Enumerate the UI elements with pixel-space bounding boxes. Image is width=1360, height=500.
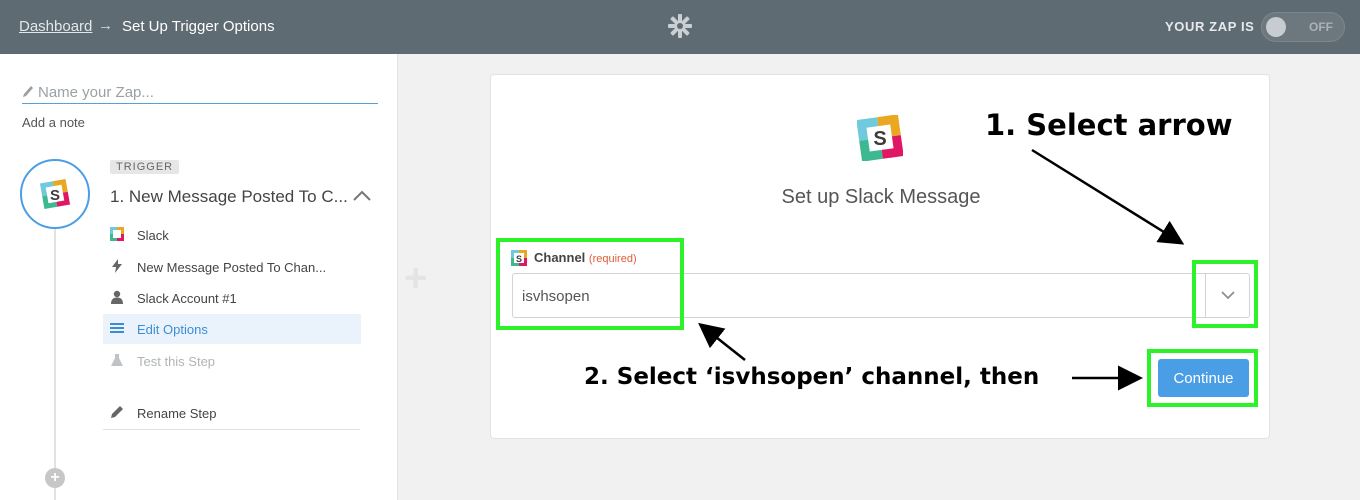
highlight-channel-field <box>496 238 684 330</box>
sidebar: Add a note S + TRIGGER 1. New Message Po… <box>0 54 398 500</box>
svg-text:S: S <box>873 128 886 150</box>
list-icon <box>110 323 124 333</box>
user-icon <box>111 290 123 304</box>
step-item-test[interactable]: Test this Step <box>103 346 361 376</box>
step-item-label: Slack <box>137 228 169 243</box>
highlight-dropdown-arrow <box>1192 260 1258 328</box>
zap-status-label: YOUR ZAP IS <box>1165 19 1255 34</box>
pencil-icon <box>111 406 123 418</box>
breadcrumb-current: Set Up Trigger Options <box>122 18 275 35</box>
slack-icon <box>110 227 124 241</box>
zap-name-underline <box>22 103 378 104</box>
slack-logo-icon: S <box>857 115 903 161</box>
chevron-up-icon[interactable] <box>352 188 372 202</box>
step-item-label: New Message Posted To Chan... <box>137 260 327 275</box>
card-title: Set up Slack Message <box>781 186 981 208</box>
flask-icon <box>111 354 123 366</box>
step-item-label: Rename Step <box>137 406 217 421</box>
divider <box>103 429 360 430</box>
step-app-circle[interactable]: S <box>20 159 90 229</box>
lightning-icon <box>112 259 122 273</box>
svg-text:S: S <box>50 187 60 204</box>
step-item-edit-options[interactable]: Edit Options <box>103 314 361 344</box>
breadcrumb-dashboard-link[interactable]: Dashboard <box>19 18 92 35</box>
add-step-button[interactable]: + <box>45 468 65 488</box>
trigger-badge: TRIGGER <box>110 160 180 174</box>
pencil-icon <box>23 86 33 97</box>
step-timeline <box>54 229 56 500</box>
annotation-step2: 2. Select ‘isvhsopen’ channel, then <box>584 364 1040 390</box>
toggle-knob <box>1266 17 1286 37</box>
zap-name-input[interactable] <box>38 82 374 102</box>
step-item-trigger-event[interactable]: New Message Posted To Chan... <box>103 252 361 282</box>
zapier-logo-icon[interactable] <box>667 13 693 39</box>
step-item-rename[interactable]: Rename Step <box>103 398 361 428</box>
highlight-continue-button <box>1147 349 1258 407</box>
step-item-label: Test this Step <box>137 354 216 369</box>
insert-step-plus[interactable]: + <box>404 256 427 301</box>
step-item-label: Slack Account #1 <box>137 291 237 306</box>
step-item-label: Edit Options <box>137 322 208 337</box>
toggle-state-text: OFF <box>1309 20 1333 34</box>
step-item-account[interactable]: Slack Account #1 <box>103 283 361 313</box>
add-note-link[interactable]: Add a note <box>22 115 85 130</box>
step-item-app[interactable]: Slack <box>103 220 361 250</box>
step-title[interactable]: 1. New Message Posted To C... <box>110 187 348 207</box>
breadcrumb-separator: → <box>98 17 113 34</box>
top-bar: Dashboard → Set Up Trigger Options YOUR … <box>0 0 1360 54</box>
zap-on-off-toggle[interactable]: OFF <box>1261 12 1345 42</box>
annotation-step1: 1. Select arrow <box>985 108 1233 142</box>
slack-icon: S <box>39 178 71 210</box>
